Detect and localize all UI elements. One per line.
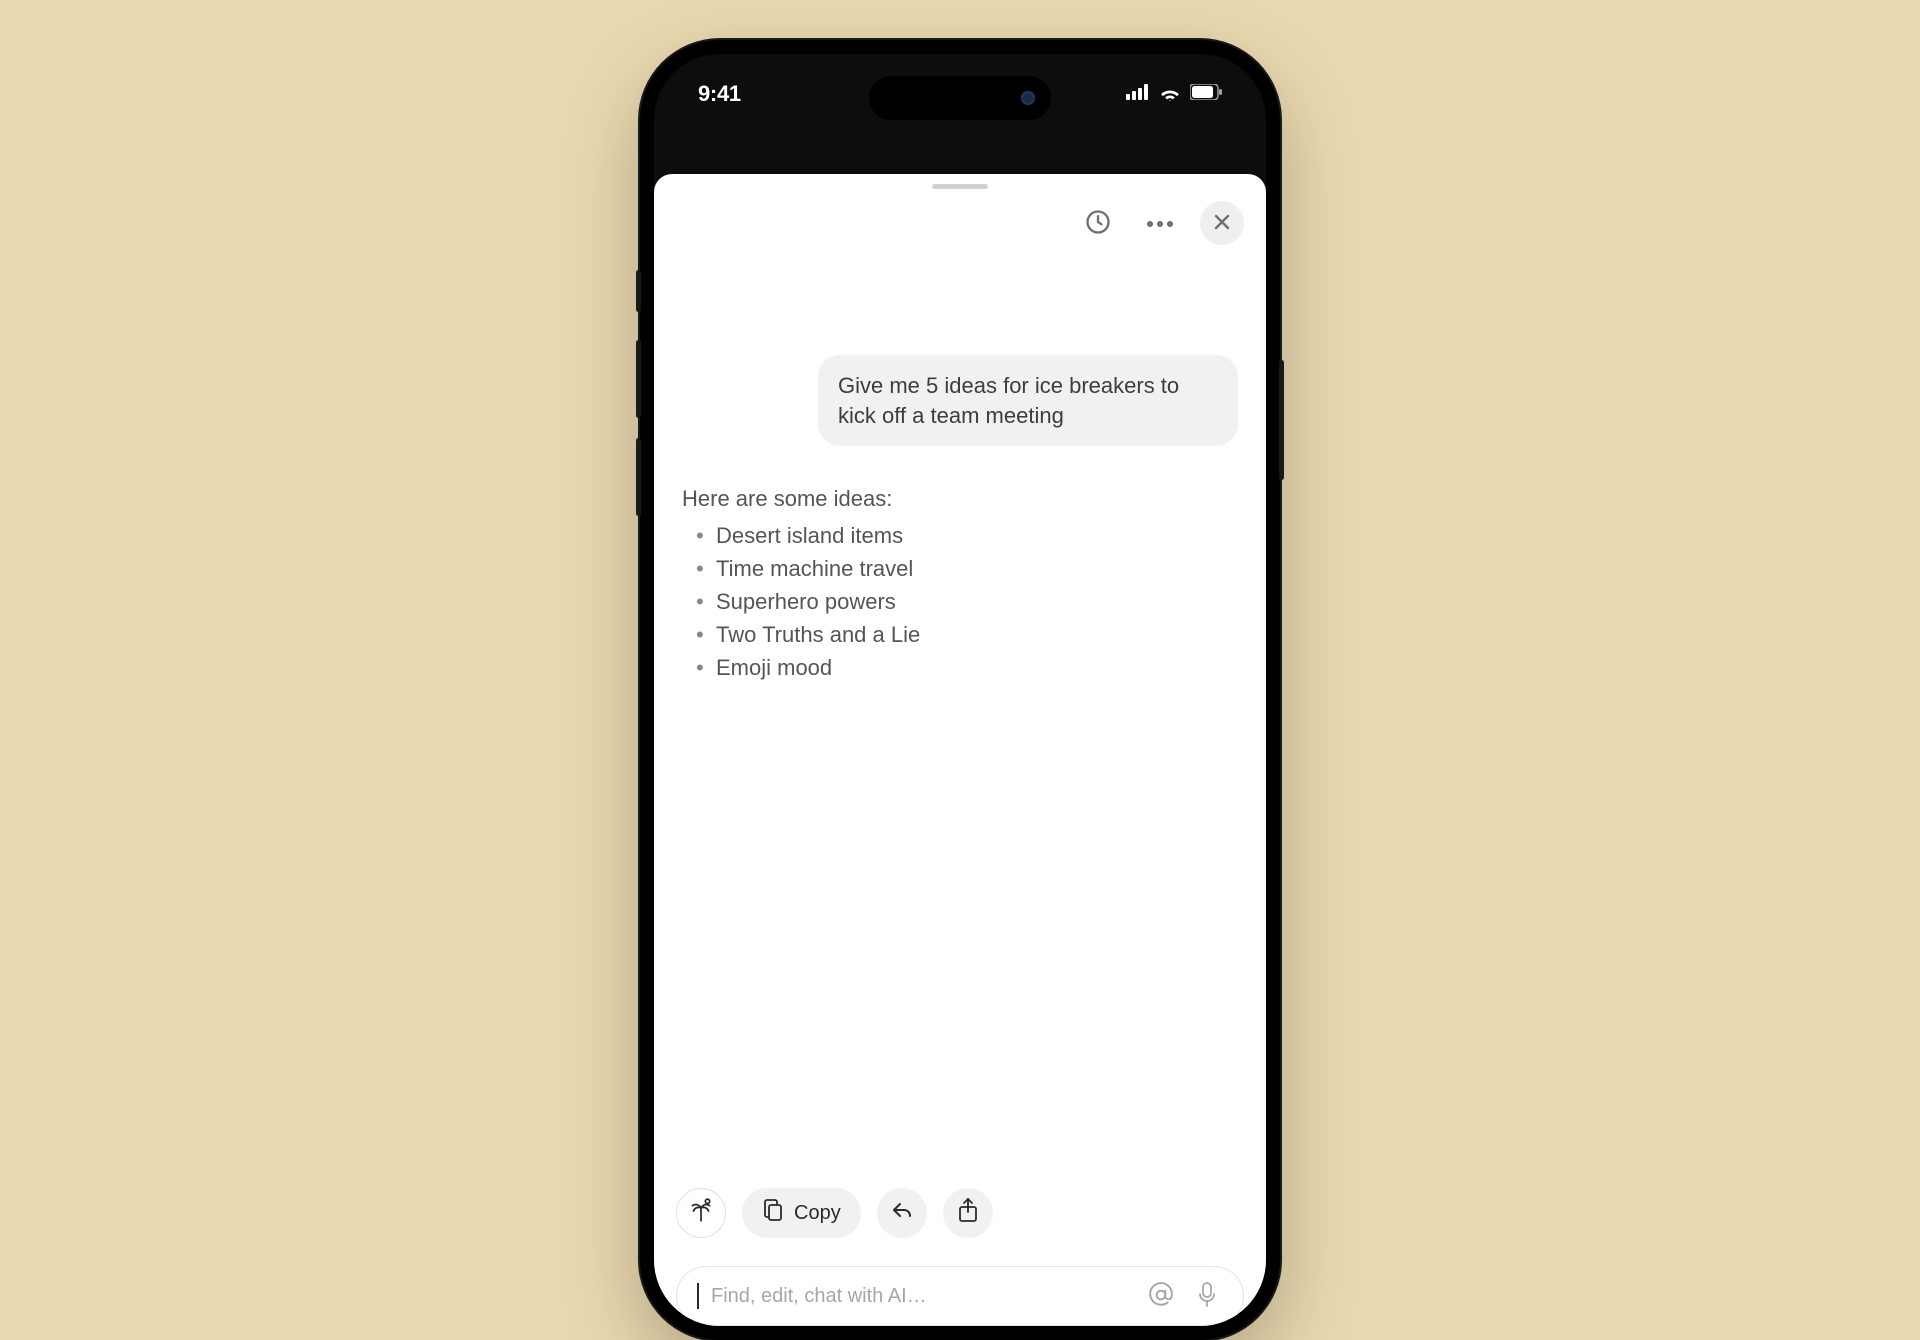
- wifi-icon: [1158, 83, 1182, 106]
- phone-screen: 9:41: [654, 54, 1266, 1326]
- status-icons: [1126, 83, 1222, 106]
- mute-switch: [636, 270, 641, 312]
- list-item: Time machine travel: [682, 552, 1238, 585]
- list-item: Desert island items: [682, 519, 1238, 552]
- header-actions: [654, 189, 1266, 245]
- ai-response: Here are some ideas: Desert island items…: [682, 482, 1238, 684]
- front-camera: [1021, 91, 1035, 105]
- copy-button[interactable]: Copy: [742, 1188, 861, 1238]
- share-button[interactable]: [943, 1188, 993, 1238]
- status-time: 9:41: [698, 81, 741, 107]
- chat-input[interactable]: [711, 1285, 1131, 1308]
- response-actions: Copy: [654, 1170, 1266, 1248]
- input-bar[interactable]: [676, 1266, 1244, 1326]
- battery-icon: [1190, 84, 1222, 105]
- clock-icon: [1084, 208, 1112, 239]
- app-sheet: Give me 5 ideas for ice breakers to kick…: [654, 174, 1266, 1326]
- history-button[interactable]: [1076, 201, 1120, 245]
- user-message-bubble: Give me 5 ideas for ice breakers to kick…: [818, 355, 1238, 446]
- mention-button[interactable]: [1145, 1280, 1177, 1312]
- reply-arrow-icon: [891, 1200, 913, 1226]
- volume-down-button: [636, 438, 641, 516]
- phone-frame: 9:41: [640, 40, 1280, 1340]
- copy-icon: [762, 1198, 784, 1228]
- close-icon: [1213, 213, 1231, 234]
- text-cursor: [697, 1283, 699, 1309]
- power-button: [1279, 360, 1284, 480]
- share-icon: [958, 1197, 978, 1229]
- more-button[interactable]: [1138, 201, 1182, 245]
- list-item: Superhero powers: [682, 585, 1238, 618]
- copy-label: Copy: [794, 1202, 841, 1225]
- at-sign-icon: [1148, 1282, 1174, 1311]
- list-item: Emoji mood: [682, 651, 1238, 684]
- palm-tree-icon: [688, 1197, 714, 1229]
- chat-area: Give me 5 ideas for ice breakers to kick…: [654, 245, 1266, 1170]
- ai-response-intro: Here are some ideas:: [682, 482, 1238, 515]
- close-button[interactable]: [1200, 201, 1244, 245]
- reply-button[interactable]: [877, 1188, 927, 1238]
- volume-up-button: [636, 340, 641, 418]
- ellipsis-icon: [1146, 216, 1174, 231]
- cellular-signal-icon: [1126, 84, 1150, 105]
- microphone-icon: [1197, 1281, 1217, 1312]
- ai-response-list: Desert island items Time machine travel …: [682, 519, 1238, 684]
- list-item: Two Truths and a Lie: [682, 618, 1238, 651]
- ai-assistant-button[interactable]: [676, 1188, 726, 1238]
- dynamic-island: [869, 76, 1051, 120]
- voice-input-button[interactable]: [1191, 1280, 1223, 1312]
